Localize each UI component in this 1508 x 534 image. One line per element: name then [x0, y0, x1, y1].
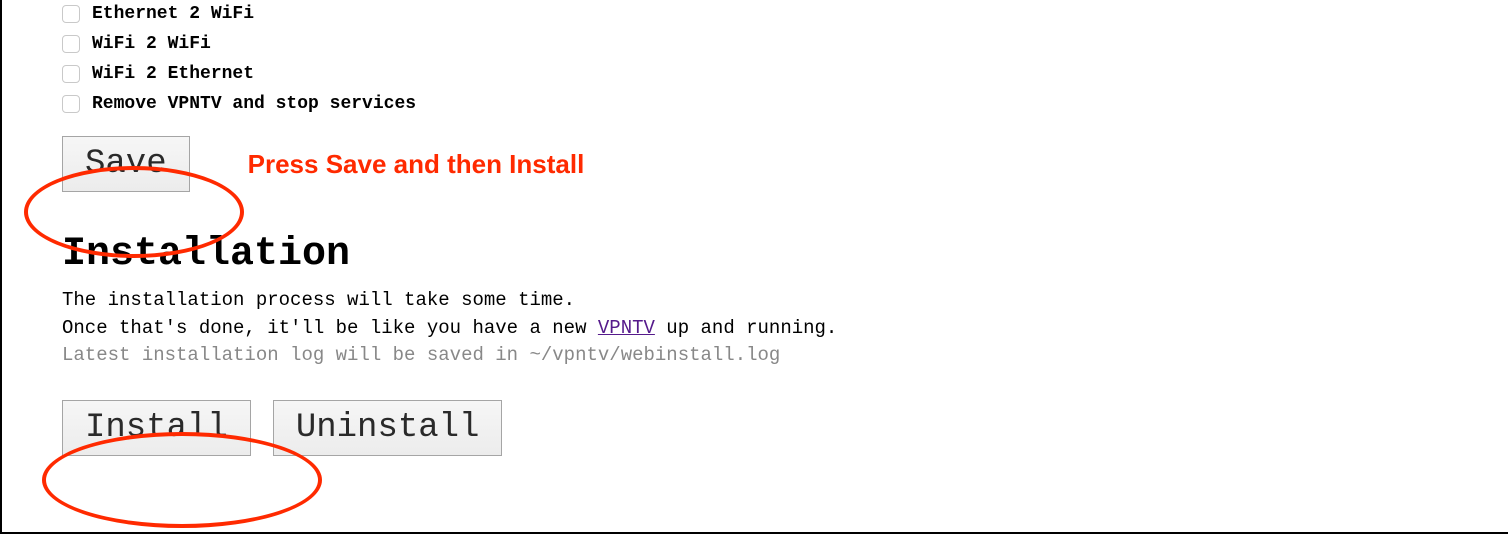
checkbox-icon[interactable] [62, 5, 80, 23]
installation-description-line2: Once that's done, it'll be like you have… [62, 315, 1508, 343]
uninstall-button[interactable]: Uninstall [273, 400, 503, 456]
option-label: Ethernet 2 WiFi [92, 4, 254, 24]
installation-log-path: Latest installation log will be saved in… [62, 344, 1508, 366]
save-button[interactable]: Save [62, 136, 190, 192]
install-button[interactable]: Install [62, 400, 251, 456]
option-row-ethernet-2-wifi[interactable]: Ethernet 2 WiFi [62, 4, 1508, 24]
option-row-wifi-2-wifi[interactable]: WiFi 2 WiFi [62, 34, 1508, 54]
checkbox-icon[interactable] [62, 35, 80, 53]
option-label: WiFi 2 WiFi [92, 34, 211, 54]
annotation-text: Press Save and then Install [248, 149, 585, 180]
desc-post: up and running. [655, 317, 837, 339]
option-row-remove-vpntv[interactable]: Remove VPNTV and stop services [62, 94, 1508, 114]
option-label: WiFi 2 Ethernet [92, 64, 254, 84]
option-label: Remove VPNTV and stop services [92, 94, 416, 114]
installation-description-line1: The installation process will take some … [62, 287, 1508, 315]
desc-pre: Once that's done, it'll be like you have… [62, 317, 598, 339]
checkbox-icon[interactable] [62, 65, 80, 83]
vpntv-link[interactable]: VPNTV [598, 317, 655, 339]
checkbox-icon[interactable] [62, 95, 80, 113]
option-row-wifi-2-ethernet[interactable]: WiFi 2 Ethernet [62, 64, 1508, 84]
installation-heading: Installation [62, 232, 1508, 277]
